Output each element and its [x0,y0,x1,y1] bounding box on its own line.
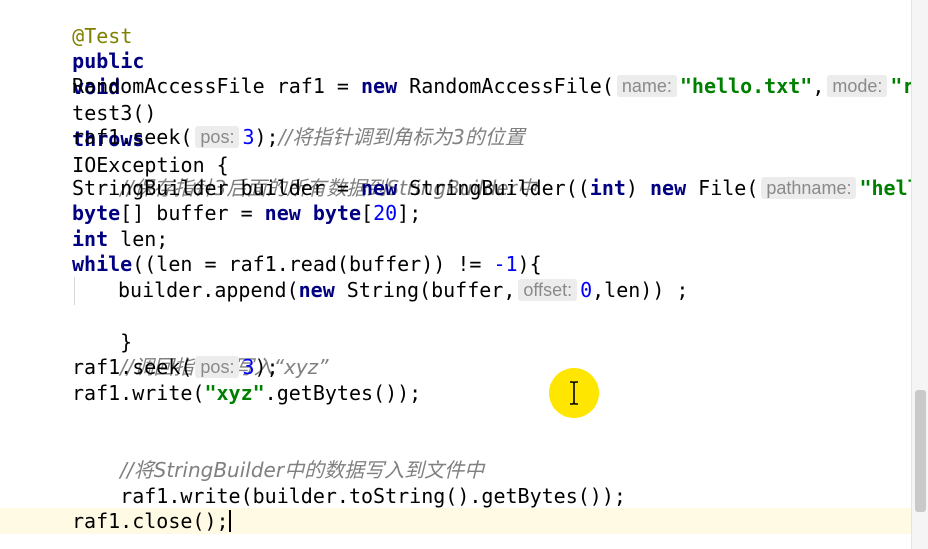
code-line-len[interactable]: int len; [72,226,168,252]
bracket-close: ]; [397,201,422,225]
raf-declaration: RandomAccessFile raf1 = [72,74,361,98]
write-builder-call: raf1.write(builder.toString().getBytes()… [120,484,626,508]
code-line-comment[interactable]: //将StringBuilder中的数据写入到文件中 [72,431,484,482]
method-name: test3() [72,101,157,125]
code-line-comment[interactable]: //保存指针3后面的所有数据到StringBuilder中 [72,149,537,200]
number-literal: 20 [373,201,398,225]
number-literal: 3 [242,125,255,149]
append-rest: ,len)) ; [592,278,689,302]
param-hint-pathname: pathname: [761,177,857,199]
code-line-annotation[interactable]: @Test [24,0,132,48]
len-declaration: len; [120,227,169,251]
keyword-byte: byte [72,201,121,225]
builder-constructor: StringBuilder(( [409,176,590,200]
scrollbar-thumb[interactable] [915,390,926,512]
builder-declaration: StringBuilder builder = [72,176,361,200]
comma: , [812,74,825,98]
code-line-raf-declaration[interactable]: RandomAccessFile raf1 = new RandomAccess… [72,73,927,99]
code-line-write-builder[interactable]: raf1.write(builder.toString().getBytes()… [72,457,626,508]
code-line-write-xyz[interactable]: raf1.write("xyz".getBytes()); [72,380,421,406]
number-literal: 3 [242,355,255,379]
string-xyz: "xyz" [204,381,265,405]
number-literal: -1 [493,252,518,276]
text-caret [228,510,231,532]
keyword-while: while [72,252,133,276]
while-close: ){ [517,252,542,276]
code-line-comment[interactable]: //调回指针，写入“xyz” [72,328,328,379]
indent-guide [74,277,75,305]
keyword-new: new [360,176,398,200]
code-editor[interactable]: @Test public void test3() throws IOExcep… [0,0,928,549]
keyword-byte: byte [312,201,362,225]
keyword-public: public [72,49,145,73]
param-hint-offset: offset: [518,279,578,301]
param-hint-name: name: [616,75,677,97]
string-constructor: String(buffer, [346,278,516,302]
buffer-declaration: [] buffer = [120,201,265,225]
code-line-seek[interactable]: raf1.seek(pos: 3);//将指针调到角标为3的位置 [72,124,525,150]
bracket-open: [ [361,201,374,225]
code-line-seek[interactable]: raf1.seek(pos: 3); [72,354,279,380]
code-line-method-signature[interactable]: public void test3() throws IOException { [24,22,229,177]
param-hint-pos: pos: [195,126,240,148]
param-hint-pos: pos: [195,356,240,378]
raf-constructor: RandomAccessFile( [409,74,614,98]
file-constructor: File( [698,176,759,200]
i-beam-cursor-icon [570,381,578,405]
keyword-new: new [650,176,687,200]
keyword-new: new [360,74,398,98]
string-filename: "hello.txt" [679,74,813,98]
seek-close: ); [254,125,279,149]
seek-call: raf1.seek( [72,355,193,379]
param-hint-mode: mode: [827,75,888,97]
append-call: builder.append( [118,278,299,302]
code-line-append[interactable]: builder.append(new String(buffer, offset:… [118,277,688,303]
seek-close: ); [254,355,279,379]
code-line-builder[interactable]: StringBuilder builder = new StringBuilde… [72,175,928,201]
cast-close: ) [625,176,650,200]
code-line-brace[interactable]: } [72,303,132,354]
keyword-int: int [72,227,109,251]
code-line-while[interactable]: while((len = raf1.read(buffer)) != -1){ [72,251,542,277]
keyword-new: new [298,278,335,302]
keyword-new: new [264,201,301,225]
number-literal: 0 [580,278,593,302]
code-line-buffer[interactable]: byte[] buffer = new byte[20]; [72,200,421,226]
seek-call: raf1.seek( [72,125,193,149]
keyword-int: int [589,176,626,200]
close-call: raf1.close(); [72,509,229,533]
code-line-close[interactable]: raf1.close(); [72,508,231,534]
write-call: raf1.write( [72,381,205,405]
comment-seek: //将指针调到角标为3的位置 [278,125,525,149]
while-condition: ((len = raf1.read(buffer)) != [132,252,494,276]
write-rest: .getBytes()); [264,381,422,405]
